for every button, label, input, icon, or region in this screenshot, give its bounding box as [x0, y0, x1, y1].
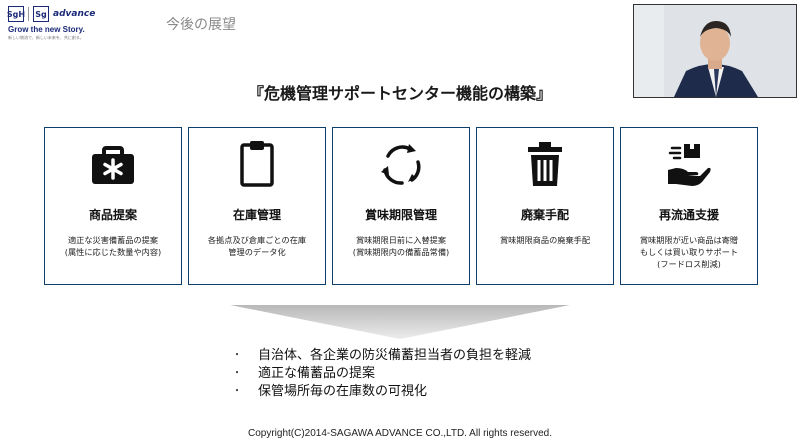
page-heading: 今後の展望 [166, 17, 236, 33]
card-description: 適正な災害備蓄品の提案 (属性に応じた数量や内容) [49, 234, 177, 258]
bullet-marker: ・ [232, 385, 242, 397]
copyright-footer: Copyright(C)2014-SAGAWA ADVANCE CO.,LTD.… [248, 428, 552, 439]
card-desc-line: 賞味期限商品の廃棄手配 [499, 235, 591, 245]
card-description: 賞味期限が近い商品は寄贈 もしくは買い取りサポート (フードロス削減) [625, 234, 753, 270]
logo-brand: advance [53, 9, 96, 19]
logo-tagline: Grow the new Story. [8, 25, 85, 34]
card-description: 各拠点及び倉庫ごとの在庫 管理のデータ化 [193, 234, 321, 258]
card-description: 賞味期限日前に入替提案 (賞味期限内の備蓄品常備) [337, 234, 465, 258]
summary-bullets: ・ 自治体、各企業の防災備蓄担当者の負担を軽減 ・ 適正な備蓄品の提案 ・ 保管… [232, 344, 652, 399]
bullet-marker: ・ [232, 367, 242, 379]
hand-with-box-icon [668, 144, 711, 186]
bullet-marker: ・ [232, 349, 242, 361]
card-desc-line: 適正な災害備蓄品の提案 [67, 235, 159, 245]
main-title: 『危機管理サポートセンター機能の構築』 [247, 84, 552, 103]
first-aid-kit-icon [92, 146, 134, 184]
card-desc-line: 賞味期限日前に入替提案 [355, 235, 447, 245]
card-title: 廃棄手配 [520, 208, 569, 222]
refresh-cycle-icon [381, 144, 421, 185]
card-title: 商品提案 [88, 208, 137, 222]
card-disposal-arrangement: 廃棄手配 賞味期限商品の廃棄手配 [476, 127, 614, 285]
card-redistribution-support: 再流通支援 賞味期限が近い商品は寄贈 もしくは買い取りサポート (フードロス削減… [620, 127, 758, 285]
logo-mark-right: Sg [33, 6, 49, 22]
card-desc-line: もしくは買い取りサポート [639, 247, 739, 257]
down-arrow-shape [230, 305, 570, 339]
card-title: 在庫管理 [232, 208, 281, 222]
card-desc-line: 賞味期限が近い商品は寄贈 [639, 235, 739, 245]
card-desc-line: 各拠点及び倉庫ごとの在庫 [207, 235, 307, 245]
card-title: 再流通支援 [658, 208, 719, 222]
company-logo: SgH Sg advance Grow the new Story. 新しい物流… [7, 6, 128, 46]
card-title: 賞味期限管理 [364, 208, 437, 222]
bullet-item: ・ 保管場所毎の在庫数の可視化 [232, 380, 652, 399]
card-desc-line: (賞味期限内の備蓄品常備) [352, 247, 450, 257]
logo-subline: 新しい物流で、新しい未来を、共に創る。 [8, 35, 84, 40]
card-product-proposal: 商品提案 適正な災害備蓄品の提案 (属性に応じた数量や内容) [44, 127, 182, 285]
card-description: 賞味期限商品の廃棄手配 [481, 234, 609, 246]
bullet-item: ・ 自治体、各企業の防災備蓄担当者の負担を軽減 [232, 344, 652, 363]
bullet-text: 保管場所毎の在庫数の可視化 [258, 383, 428, 399]
logo-separator [28, 7, 29, 21]
bullet-item: ・ 適正な備蓄品の提案 [232, 362, 652, 381]
card-desc-line: (フードロス削減) [657, 259, 721, 269]
feature-cards: 商品提案 適正な災害備蓄品の提案 (属性に応じた数量や内容) 在庫管理 各拠点及… [44, 127, 758, 285]
card-expiry-management: 賞味期限管理 賞味期限日前に入替提案 (賞味期限内の備蓄品常備) [332, 127, 470, 285]
logo-mark-left: SgH [7, 6, 25, 22]
trash-bin-icon [528, 142, 562, 186]
bullet-text: 適正な備蓄品の提案 [258, 365, 376, 381]
card-desc-line: 管理のデータ化 [228, 247, 286, 257]
bullet-text: 自治体、各企業の防災備蓄担当者の負担を軽減 [258, 347, 532, 363]
card-inventory-management: 在庫管理 各拠点及び倉庫ごとの在庫 管理のデータ化 [188, 127, 326, 285]
card-desc-line: (属性に応じた数量や内容) [64, 247, 162, 257]
clipboard-icon [240, 141, 274, 187]
